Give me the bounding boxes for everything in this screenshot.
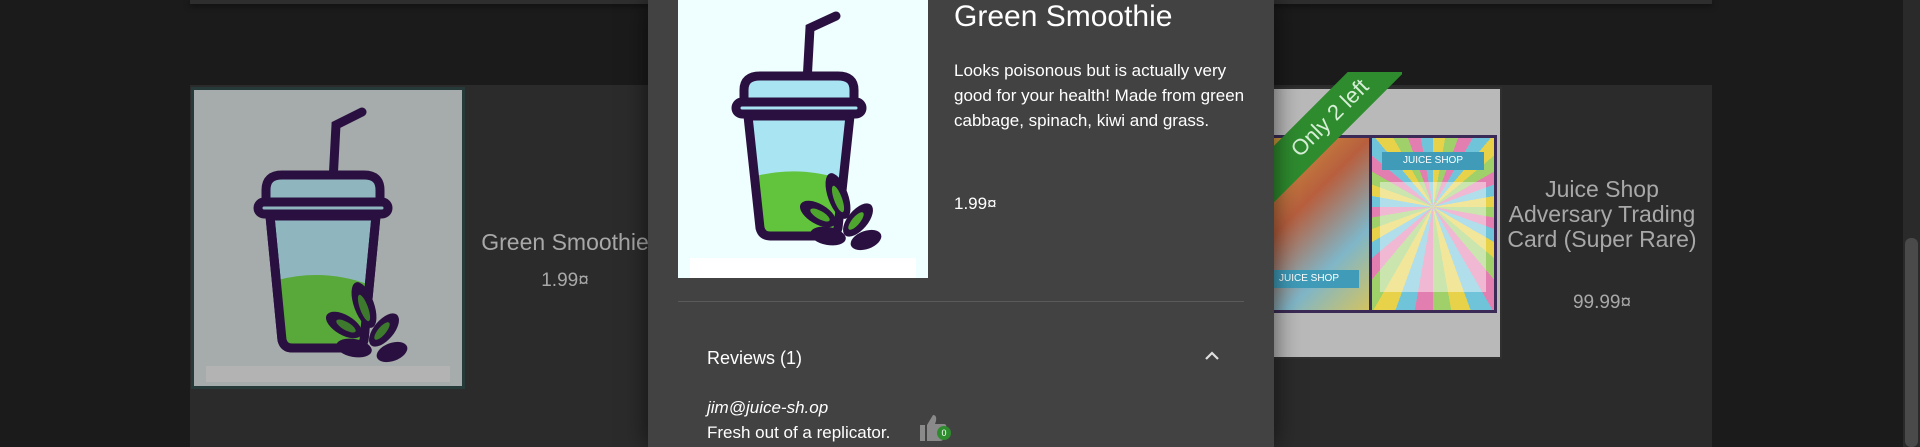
stock-ribbon: Only 2 left [1262,72,1402,212]
reviews-expansion-header[interactable]: Reviews (1) [678,330,1244,386]
smoothie-cup-icon [678,0,928,278]
chevron-up-icon[interactable] [1200,344,1224,368]
page-scrollbar[interactable] [1903,0,1920,447]
dialog-product-image [678,0,928,278]
product-name: Green Smoothie [481,229,649,255]
scrollbar-thumb[interactable] [1905,238,1918,447]
dialog-product-description: Looks poisonous but is actually very goo… [954,61,1245,130]
stock-ribbon-clip: Only 2 left [1262,72,1402,212]
dialog-product-title: Green Smoothie [954,0,1173,33]
reviews-title: Reviews (1) [707,348,803,368]
review-text: Fresh out of a replicator. [707,423,891,442]
product-price: 1.99¤ [541,270,589,291]
product-image-green-smoothie[interactable] [191,87,465,389]
card-footer-label: JUICE SHOP [1264,270,1359,288]
review-author: jim@juice-sh.op [707,398,829,417]
dialog-divider [678,301,1244,302]
smoothie-cup-icon [194,90,462,386]
product-details-dialog: Green Smoothie Looks poisonous but is ac… [648,0,1274,447]
product-name: Juice Shop Adversary Trading Card (Super… [1507,176,1697,252]
dialog-product-price: 1.99¤ [954,194,997,213]
product-price: 99.99¤ [1572,292,1632,313]
like-count-badge: 0 [937,426,951,440]
